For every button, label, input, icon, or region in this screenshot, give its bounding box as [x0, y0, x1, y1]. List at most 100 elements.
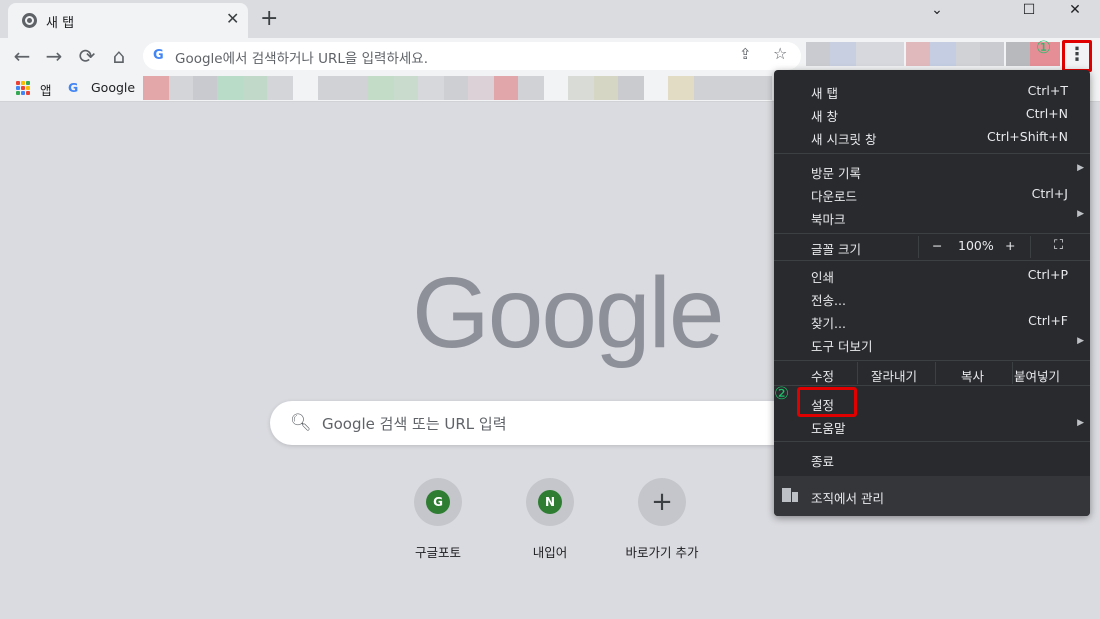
shortcut-tile[interactable]: N 내입어 [495, 478, 605, 561]
menu-divider [774, 385, 1090, 386]
menu-shortcut: Ctrl+J [1031, 186, 1068, 201]
home-icon[interactable]: ⌂ [105, 42, 133, 70]
google-g-icon: G [153, 48, 164, 63]
menu-exit[interactable]: 종료 [774, 448, 1090, 470]
menu-help[interactable]: 도움말 ▶ [774, 415, 1090, 437]
zoom-out-button[interactable]: − [932, 238, 942, 253]
bookmark-item[interactable] [694, 76, 772, 100]
chrome-icon [22, 13, 37, 28]
menu-shortcut: Ctrl+N [1025, 106, 1068, 121]
menu-divider [857, 362, 858, 384]
star-icon[interactable]: ☆ [773, 44, 787, 63]
menu-downloads[interactable]: 다운로드 Ctrl+J [774, 183, 1090, 205]
menu-cast[interactable]: 전송... [774, 287, 1090, 309]
extension-icon[interactable] [1006, 42, 1030, 66]
menu-divider [774, 233, 1090, 234]
fullscreen-icon[interactable]: ⛶ [1054, 238, 1063, 253]
bookmark-item[interactable] [518, 76, 544, 100]
bookmark-apps[interactable]: 앱 [40, 80, 52, 99]
add-shortcut-tile[interactable]: + 바로가기 추가 [607, 478, 717, 561]
maximize-button[interactable]: ☐ [1006, 0, 1052, 22]
bookmark-item[interactable] [668, 76, 694, 100]
chrome-menu: 새 탭 Ctrl+T 새 창 Ctrl+N 새 시크릿 창 Ctrl+Shift… [774, 70, 1090, 516]
bookmark-item[interactable] [394, 76, 418, 100]
extension-icon[interactable] [856, 42, 904, 66]
extension-icon[interactable] [906, 42, 930, 66]
bookmark-item[interactable] [217, 76, 243, 100]
extension-icon[interactable] [956, 42, 980, 66]
shortcut-icon-bg: N [526, 478, 574, 526]
menu-label: 조직에서 관리 [811, 491, 884, 506]
close-window-button[interactable]: ✕ [1052, 0, 1098, 22]
apps-grid-icon[interactable] [16, 81, 30, 95]
menu-new-window[interactable]: 새 창 Ctrl+N [774, 103, 1090, 125]
shortcut-label: 구글포토 [414, 545, 461, 560]
submenu-arrow-icon: ▶ [1077, 336, 1084, 346]
google-g-icon: G [68, 80, 79, 95]
new-tab-button[interactable]: + [260, 6, 278, 32]
ntp-search-box[interactable]: 🔍︎ Google 검색 또는 URL 입력 [270, 401, 830, 445]
bookmark-item[interactable] [494, 76, 518, 100]
reload-button[interactable]: ⟳ [73, 42, 101, 70]
menu-incognito[interactable]: 새 시크릿 창 Ctrl+Shift+N [774, 126, 1090, 148]
back-button[interactable]: ← [8, 42, 36, 70]
shortcut-tile[interactable]: G 구글포토 [383, 478, 493, 561]
menu-paste-button[interactable]: 붙여넣기 [1014, 366, 1060, 385]
menu-label: 전송... [811, 293, 846, 308]
bookmark-item[interactable] [568, 76, 594, 100]
menu-shortcut: Ctrl+T [1027, 83, 1068, 98]
forward-button[interactable]: → [40, 42, 68, 70]
google-logo: Google [412, 257, 724, 369]
bookmark-item[interactable] [444, 76, 468, 100]
tab-strip: 새 탭 ✕ + ⌄ ☐ ✕ [0, 0, 1100, 38]
menu-more-tools[interactable]: 도구 더보기 ▶ [774, 333, 1090, 355]
bookmark-item[interactable] [468, 76, 494, 100]
menu-shortcut: Ctrl+F [1028, 313, 1068, 328]
menu-label: 종료 [811, 454, 835, 469]
bookmark-item[interactable] [318, 76, 368, 100]
menu-copy-button[interactable]: 복사 [961, 366, 984, 385]
minimize-button[interactable]: ⌄ [914, 0, 960, 22]
menu-cut-button[interactable]: 잘라내기 [871, 366, 917, 385]
bookmark-item[interactable] [594, 76, 618, 100]
shortcut-icon-bg: G [414, 478, 462, 526]
menu-label: 인쇄 [811, 270, 835, 285]
toolbar: ← → ⟳ ⌂ G Google에서 검색하거나 URL을 입력하세요. ⇪ ☆… [0, 38, 1100, 74]
tab-new-tab[interactable]: 새 탭 ✕ [8, 3, 248, 38]
omnibox[interactable]: G Google에서 검색하거나 URL을 입력하세요. ⇪ ☆ [143, 42, 801, 70]
share-icon[interactable]: ⇪ [739, 45, 752, 63]
zoom-in-button[interactable]: + [1005, 238, 1015, 253]
menu-history[interactable]: 방문 기록 ▶ [774, 160, 1090, 182]
menu-divider [935, 362, 936, 384]
menu-label: 새 창 [811, 109, 838, 124]
shortcut-icon-bg: + [638, 478, 686, 526]
menu-new-tab[interactable]: 새 탭 Ctrl+T [774, 80, 1090, 102]
menu-print[interactable]: 인쇄 Ctrl+P [774, 264, 1090, 286]
extension-icon[interactable] [806, 42, 830, 66]
more-vert-icon: ⋮ [1068, 44, 1086, 65]
extension-icon[interactable] [980, 42, 1004, 66]
bookmark-item[interactable] [143, 76, 169, 100]
bookmark-item[interactable] [169, 76, 193, 100]
menu-divider [774, 260, 1090, 261]
menu-managed-by-org[interactable]: 조직에서 관리 [774, 476, 1090, 516]
search-icon: 🔍︎ [290, 413, 312, 433]
menu-find[interactable]: 찾기... Ctrl+F [774, 310, 1090, 332]
shortcut-favicon: G [426, 490, 450, 514]
menu-divider [774, 441, 1090, 442]
bookmark-item[interactable] [267, 76, 293, 100]
shortcut-label: 바로가기 추가 [625, 545, 699, 560]
bookmark-item[interactable] [618, 76, 644, 100]
bookmark-item[interactable] [368, 76, 394, 100]
extension-icon[interactable] [930, 42, 956, 66]
extension-icon[interactable] [830, 42, 856, 66]
bookmark-item[interactable] [193, 76, 217, 100]
bookmark-google[interactable]: Google [91, 80, 135, 95]
menu-bookmarks[interactable]: 북마크 ▶ [774, 206, 1090, 228]
bookmark-item[interactable] [243, 76, 267, 100]
menu-divider [774, 153, 1090, 154]
menu-label: 찾기... [811, 316, 846, 331]
chrome-menu-button[interactable]: ⋮ [1062, 40, 1092, 72]
bookmark-item[interactable] [418, 76, 444, 100]
close-icon[interactable]: ✕ [226, 9, 239, 28]
